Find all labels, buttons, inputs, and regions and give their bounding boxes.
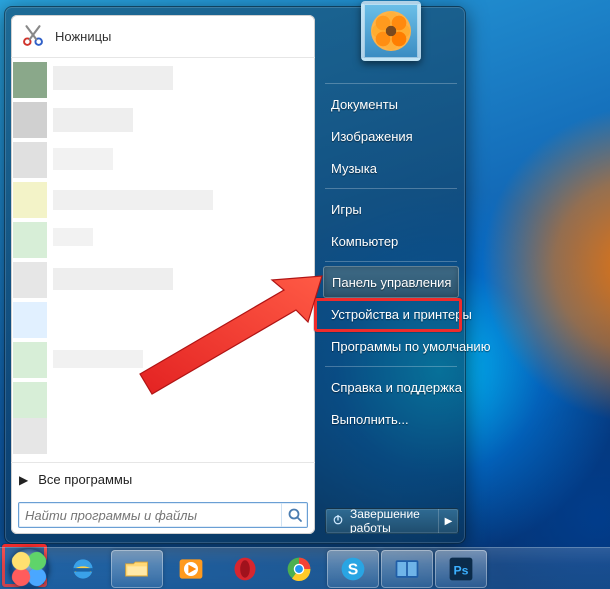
right-item-help[interactable]: Справка и поддержка (321, 371, 461, 403)
recent-programs-blurred (11, 58, 315, 462)
start-menu-left-pane: Ножницы ▶ Все программы (11, 15, 315, 534)
taskbar-chrome[interactable] (273, 550, 325, 588)
shutdown-main[interactable]: Завершение работы (326, 509, 438, 533)
taskbar-total-commander[interactable] (381, 550, 433, 588)
start-button[interactable] (3, 550, 55, 588)
all-programs[interactable]: ▶ Все программы (11, 462, 315, 496)
folder-icon (122, 554, 152, 584)
pinned-item-label: Ножницы (55, 29, 111, 44)
start-menu-right-pane: Документы Изображения Музыка Игры Компью… (321, 51, 461, 539)
right-item-music[interactable]: Музыка (321, 152, 461, 184)
username-blurred[interactable] (321, 51, 461, 79)
chevron-right-icon: ▶ (445, 516, 453, 527)
photoshop-icon: Ps (446, 554, 476, 584)
right-item-run[interactable]: Выполнить... (321, 403, 461, 435)
shutdown-options-arrow[interactable]: ▶ (438, 509, 458, 533)
taskbar-explorer[interactable] (111, 550, 163, 588)
power-icon (332, 514, 344, 529)
ie-icon (68, 554, 98, 584)
windows-logo-icon (9, 549, 49, 589)
annotation-control-panel-highlight (314, 298, 462, 332)
avatar-flower-icon (371, 11, 411, 51)
scissors-icon (19, 22, 47, 50)
dual-pane-icon (392, 554, 422, 584)
start-menu: Ножницы ▶ Все программы (4, 6, 466, 544)
svg-text:S: S (348, 561, 359, 578)
taskbar: S Ps (0, 547, 610, 589)
search-box[interactable] (18, 502, 308, 528)
search-input[interactable] (19, 508, 281, 523)
media-player-icon (176, 554, 206, 584)
search-bar (11, 496, 315, 534)
right-item-games[interactable]: Игры (321, 193, 461, 225)
all-programs-arrow-icon: ▶ (19, 473, 28, 487)
opera-icon (230, 554, 260, 584)
pinned-snipping-tool[interactable]: Ножницы (13, 18, 313, 54)
taskbar-photoshop[interactable]: Ps (435, 550, 487, 588)
taskbar-opera[interactable] (219, 550, 271, 588)
right-item-computer[interactable]: Компьютер (321, 225, 461, 257)
skype-icon: S (338, 554, 368, 584)
taskbar-media-player[interactable] (165, 550, 217, 588)
desktop: Ножницы ▶ Все программы (0, 0, 610, 589)
right-item-default-programs[interactable]: Программы по умолчанию (321, 330, 461, 362)
svg-text:Ps: Ps (454, 563, 469, 577)
all-programs-label: Все программы (38, 472, 132, 487)
right-item-documents[interactable]: Документы (321, 88, 461, 120)
taskbar-ie[interactable] (57, 550, 109, 588)
right-item-control-panel[interactable]: Панель управления (323, 266, 459, 298)
search-icon[interactable] (281, 503, 307, 527)
shutdown-button[interactable]: Завершение работы ▶ (325, 508, 459, 534)
chrome-icon (284, 554, 314, 584)
pinned-programs: Ножницы (11, 15, 315, 58)
right-item-pictures[interactable]: Изображения (321, 120, 461, 152)
taskbar-skype[interactable]: S (327, 550, 379, 588)
